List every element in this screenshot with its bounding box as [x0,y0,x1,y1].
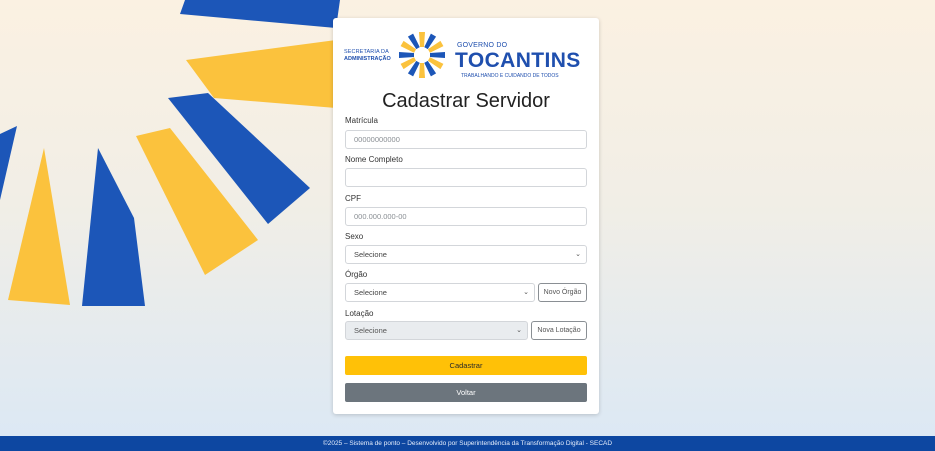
matricula-input[interactable] [345,130,587,149]
chevron-down-icon: ⌄ [523,289,529,296]
ray-blue-vert [82,148,145,306]
lotacao-select[interactable]: Selecione ⌄ [345,321,528,340]
voltar-button[interactable]: Voltar [345,383,587,402]
ray-blue-left [0,126,17,200]
nome-completo-label: Nome Completo [345,155,403,164]
sexo-select[interactable]: Selecione ⌄ [345,245,587,264]
page-footer: ©2025 – Sistema de ponto – Desenvolvido … [0,436,935,451]
cpf-input[interactable] [345,207,587,226]
orgao-select-value: Selecione [354,288,387,297]
novo-orgao-button[interactable]: Novo Órgão [538,283,587,302]
cpf-label: CPF [345,194,361,203]
nome-completo-input[interactable] [345,168,587,187]
lotacao-select-value: Selecione [354,326,387,335]
ray-yellow-top [180,0,340,28]
logo-slogan-text: TRABALHANDO E CUIDANDO DE TODOS [461,73,559,79]
logo-administracao-text: ADMINISTRAÇÃO [344,56,391,62]
chevron-down-icon: ⌄ [575,251,581,258]
government-logo: SECRETARIA DA ADMINISTRAÇÃO GOVERNO DO T… [343,30,589,82]
nova-lotacao-button[interactable]: Nova Lotação [531,321,587,340]
cadastrar-button[interactable]: Cadastrar [345,356,587,375]
sexo-label: Sexo [345,232,364,241]
logo-secretaria-text: SECRETARIA DA [344,49,389,55]
sunburst-logo-icon [399,32,445,78]
page-title: Cadastrar Servidor [382,90,550,112]
orgao-label: Órgão [345,270,368,279]
ray-yellow-vert [8,148,70,305]
logo-tocantins-text: TOCANTINS [455,49,581,72]
logo-governo-text: GOVERNO DO [457,42,508,49]
footer-text: ©2025 – Sistema de ponto – Desenvolvido … [322,440,613,447]
orgao-select[interactable]: Selecione ⌄ [345,283,535,302]
register-card: SECRETARIA DA ADMINISTRAÇÃO GOVERNO DO T… [333,18,599,414]
sexo-select-value: Selecione [354,250,387,259]
lotacao-label: Lotação [345,309,374,318]
chevron-down-icon: ⌄ [516,327,522,334]
matricula-label: Matrícula [345,116,378,125]
